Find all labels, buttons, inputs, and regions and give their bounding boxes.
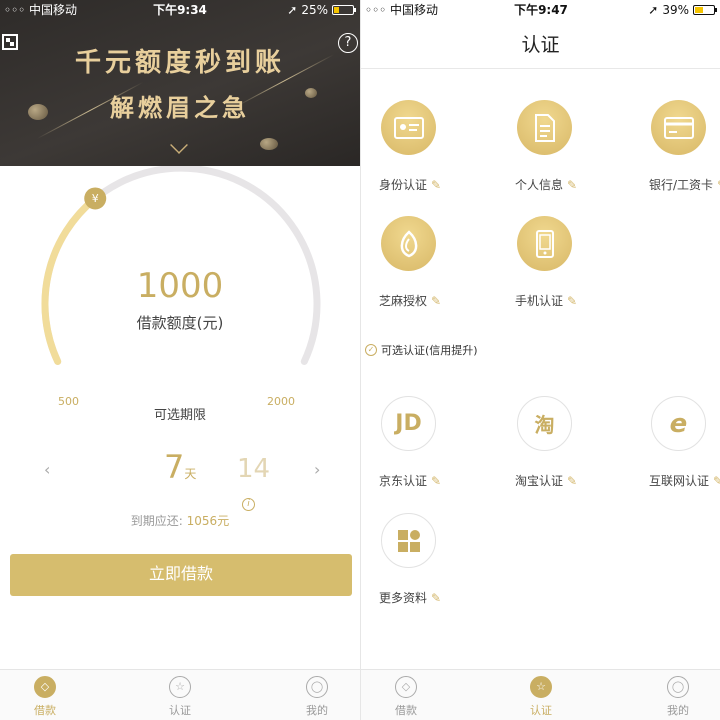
- borrow-now-button[interactable]: 立即借款: [10, 554, 352, 596]
- qr-code-icon[interactable]: [2, 34, 18, 50]
- tab-label: 我的: [306, 704, 328, 717]
- loan-screen: 千元额度秒到账 解燃眉之急 ? ◦◦◦ 中国移动 下午9:34 ➚ 25% ¥ …: [0, 0, 360, 720]
- id-card-icon: [381, 100, 436, 155]
- loan-amount-label: 借款额度(元): [136, 314, 224, 332]
- term-picker[interactable]: ‹ 7天 14 ›: [0, 448, 360, 492]
- status-bar: ◦◦◦ 中国移动 下午9:34 ➚ 25%: [0, 0, 360, 20]
- cert-label: 个人信息: [515, 178, 564, 192]
- cert-label: 淘宝认证: [515, 474, 564, 488]
- pencil-icon: ✎: [431, 178, 442, 192]
- taobao-icon: 淘: [517, 396, 572, 451]
- term-selected-unit: 天: [184, 467, 197, 481]
- user-icon: ◯: [306, 676, 328, 698]
- internet-explorer-icon: e: [651, 396, 706, 451]
- tab-mine[interactable]: ◯ 我的: [282, 676, 352, 718]
- term-prev-button[interactable]: ‹: [44, 460, 50, 479]
- bank-card-icon: [651, 100, 706, 155]
- due-label: 到期应还:: [130, 514, 183, 528]
- tab-label: 认证: [530, 704, 552, 717]
- document-icon: [517, 100, 572, 155]
- due-amount: 到期应还: 1056元: [0, 512, 360, 529]
- pencil-icon: ✎: [567, 294, 578, 308]
- gauge-handle[interactable]: ¥: [84, 187, 107, 210]
- location-icon: ➚: [648, 3, 659, 17]
- cert-label: 手机认证: [515, 294, 564, 308]
- pencil-icon: ✎: [567, 474, 578, 488]
- optional-section-header: ✓ 可选认证(信用提升): [365, 342, 478, 358]
- tab-bar: ◇ 借款 ☆ 认证 ◯ 我的: [0, 669, 360, 720]
- battery-icon: [693, 5, 717, 15]
- info-icon[interactable]: i: [242, 498, 255, 511]
- star-icon: ☆: [169, 676, 191, 698]
- battery-icon: [332, 5, 356, 15]
- tab-mine[interactable]: ◯ 我的: [643, 676, 713, 718]
- tab-loan[interactable]: ◇ 借款: [371, 676, 441, 718]
- yen-icon: ¥: [92, 192, 99, 205]
- promo-banner[interactable]: 千元额度秒到账 解燃眉之急 ?: [0, 0, 360, 166]
- banner-subline: 解燃眉之急: [110, 93, 250, 122]
- star-icon: ☆: [530, 676, 552, 698]
- cert-identity[interactable]: 身份认证 ✎: [361, 100, 481, 200]
- pencil-icon: ✎: [567, 178, 578, 192]
- cert-label: 身份认证: [379, 178, 428, 192]
- optional-label: 可选认证(信用提升): [381, 344, 478, 357]
- cert-internet[interactable]: e 互联网认证✎: [631, 396, 720, 496]
- cert-label: 京东认证: [379, 474, 428, 488]
- cert-label: 芝麻授权: [379, 294, 428, 308]
- diamond-icon: ◇: [395, 676, 417, 698]
- pencil-icon: ✎: [431, 591, 442, 605]
- tab-label: 我的: [667, 704, 689, 717]
- term-selected-number: 7: [164, 448, 185, 486]
- term-selected[interactable]: 7天: [164, 448, 196, 486]
- term-next-button[interactable]: ›: [314, 460, 320, 479]
- cert-bank-card[interactable]: 银行/工资卡✎: [631, 100, 720, 200]
- tab-loan[interactable]: ◇ 借款: [10, 676, 80, 718]
- chevron-down-icon: [170, 136, 188, 154]
- cert-label: 互联网认证: [649, 474, 710, 488]
- tab-label: 借款: [395, 704, 417, 717]
- battery-percent: 25%: [301, 3, 328, 17]
- term-title: 可选期限: [153, 408, 206, 423]
- tab-certify[interactable]: ☆ 认证: [145, 676, 215, 718]
- cert-label: 更多资料: [379, 591, 428, 605]
- battery-percent: 39%: [662, 3, 689, 17]
- help-icon[interactable]: ?: [338, 33, 358, 53]
- phone-icon: [517, 216, 572, 271]
- status-bar: ◦◦◦ 中国移动 下午9:47 ➚ 39%: [361, 0, 720, 20]
- grid-icon: [381, 513, 436, 568]
- pencil-icon: ✎: [713, 474, 720, 488]
- tab-certify[interactable]: ☆ 认证: [506, 676, 576, 718]
- location-icon: ➚: [287, 3, 298, 17]
- page-title: 认证: [521, 34, 560, 56]
- due-value: 1056元: [186, 514, 230, 528]
- cert-phone[interactable]: 手机认证 ✎: [497, 216, 617, 316]
- divider: [361, 68, 720, 69]
- pencil-icon: ✎: [431, 474, 442, 488]
- cert-jd[interactable]: JD 京东认证 ✎: [361, 396, 481, 496]
- diamond-icon: ◇: [34, 676, 56, 698]
- pencil-icon: ✎: [431, 294, 442, 308]
- loan-amount: 1000: [136, 266, 224, 306]
- banner-headline: 千元额度秒到账: [74, 48, 285, 78]
- tab-label: 借款: [34, 704, 56, 717]
- tab-label: 认证: [169, 704, 191, 717]
- cert-more-info[interactable]: 更多资料 ✎: [361, 513, 481, 613]
- cert-sesame[interactable]: 芝麻授权 ✎: [361, 216, 481, 316]
- cert-taobao[interactable]: 淘 淘宝认证 ✎: [497, 396, 617, 496]
- user-icon: ◯: [667, 676, 689, 698]
- app-screens: 千元额度秒到账 解燃眉之急 ? ◦◦◦ 中国移动 下午9:34 ➚ 25% ¥ …: [0, 0, 720, 720]
- certification-screen: ◦◦◦ 中国移动 下午9:47 ➚ 39% 认证 身份认证 ✎ 个人信息 ✎ 银…: [360, 0, 720, 720]
- cert-personal-info[interactable]: 个人信息 ✎: [497, 100, 617, 200]
- cert-label: 银行/工资卡: [649, 178, 714, 192]
- coin-decoration: [260, 138, 278, 150]
- term-option[interactable]: 14: [237, 454, 270, 484]
- sesame-icon: [381, 216, 436, 271]
- jd-icon: JD: [381, 396, 436, 451]
- check-icon: ✓: [365, 344, 377, 356]
- tab-bar: ◇ 借款 ☆ 认证 ◯ 我的: [361, 669, 720, 720]
